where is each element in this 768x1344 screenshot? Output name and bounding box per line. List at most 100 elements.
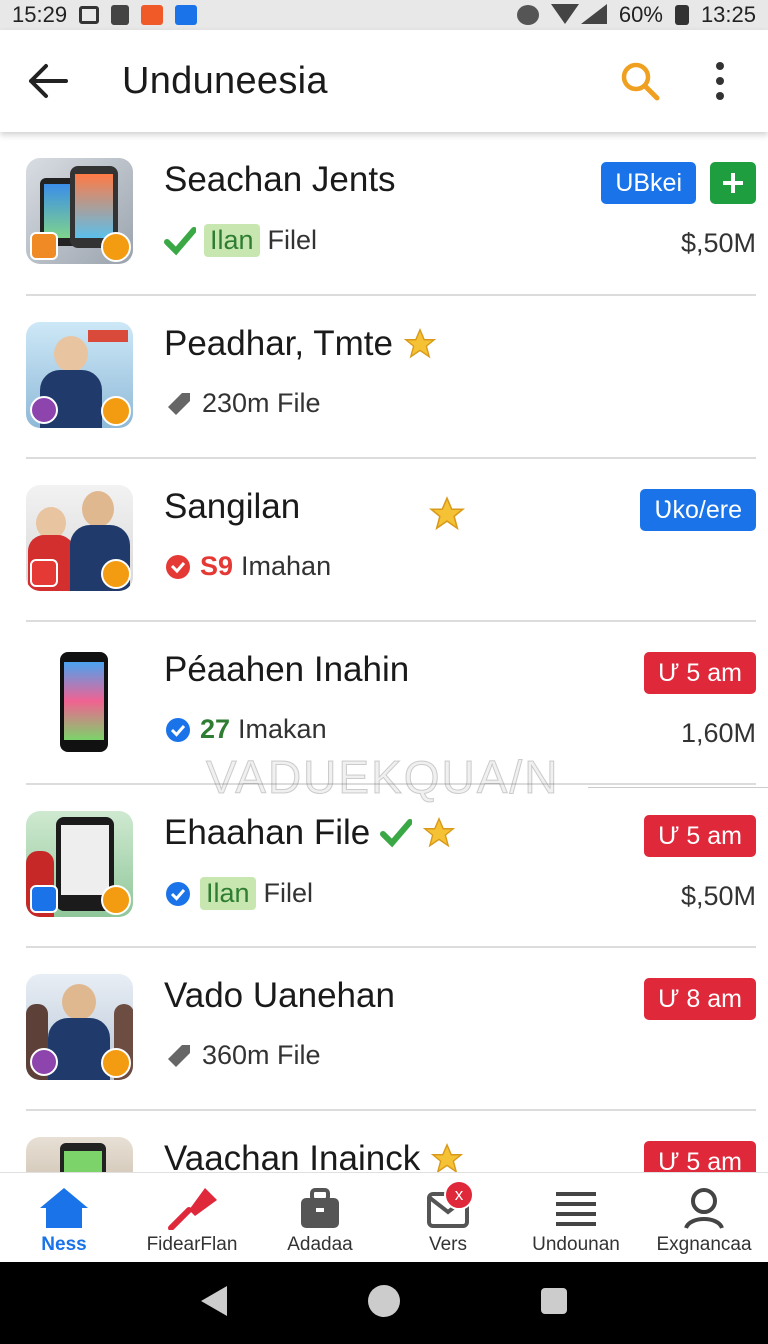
- nav-item-ness[interactable]: Ness: [4, 1186, 124, 1256]
- list-item[interactable]: Sangilan S9 Imahan Ʋko/ere: [26, 459, 756, 622]
- list-item[interactable]: Ehaahan File Ilan Filel Ư 5 am $,50M: [26, 785, 756, 948]
- system-back-button[interactable]: [199, 1284, 229, 1323]
- nav-label: Adadaa: [287, 1234, 353, 1255]
- verified-icon: [166, 881, 190, 906]
- app-thumbnail: [26, 974, 133, 1080]
- item-meta-label: 230m File: [202, 388, 321, 418]
- item-title: Sangilan: [164, 487, 301, 526]
- item-meta-label: Imakan: [238, 714, 327, 744]
- nav-item-exgnancaa[interactable]: Exgnancaa: [644, 1186, 764, 1256]
- briefcase-icon: [301, 1188, 339, 1228]
- edit-badge-icon: [30, 232, 58, 260]
- list-item[interactable]: Vado Uanehan 360m File Ư 8 am: [26, 948, 756, 1111]
- app-thumbnail: [26, 1137, 133, 1172]
- notification-badge: x: [444, 1180, 474, 1210]
- overflow-menu-button[interactable]: [696, 57, 744, 105]
- app-thumbnail: [26, 648, 133, 754]
- star-icon: [403, 328, 437, 359]
- schedule-button[interactable]: Ư 5 am: [644, 1141, 756, 1172]
- item-title: Vado Uanehan: [164, 976, 395, 1015]
- app-thumbnail: [26, 158, 133, 264]
- list-item[interactable]: Vaachan Inainck Ư 5 am: [26, 1111, 756, 1172]
- home-icon: [40, 1188, 88, 1228]
- status-left: 15:29: [12, 2, 198, 28]
- page-title: Unduneesia: [122, 59, 328, 102]
- list-icon: [556, 1192, 596, 1226]
- item-count: S9: [200, 551, 234, 581]
- nav-item-vers[interactable]: x Vers: [388, 1180, 508, 1256]
- item-title: Ehaahan File: [164, 813, 456, 853]
- add-button[interactable]: [710, 162, 756, 204]
- gallery-badge-icon: [30, 396, 58, 424]
- sync-badge-icon: [101, 396, 131, 426]
- pushpin-icon: [168, 1188, 217, 1230]
- list-item[interactable]: Peadhar, Tmte 230m File: [26, 296, 756, 459]
- battery-percent: 60%: [618, 2, 663, 27]
- back-button[interactable]: [24, 57, 72, 105]
- nav-label: Vers: [428, 1234, 468, 1255]
- file-list: Seachan Jents Ilan Filel UBkei $,50M Pea…: [0, 132, 768, 1172]
- item-title: Seachan Jents: [164, 160, 396, 199]
- schedule-button[interactable]: Ư 8 am: [644, 978, 756, 1020]
- edit-badge-icon: [30, 559, 58, 587]
- item-meta: 360m File: [164, 1040, 321, 1071]
- item-meta: S9 Imahan: [164, 551, 331, 582]
- check-icon: [164, 226, 196, 255]
- gallery-badge-icon: [30, 1048, 58, 1076]
- app-bar: Unduneesia: [0, 30, 768, 132]
- divider: [588, 787, 768, 788]
- update-button[interactable]: UBkei: [601, 162, 696, 204]
- nav-item-undounan[interactable]: Undounan: [516, 1186, 636, 1256]
- search-icon: [621, 62, 660, 101]
- nav-label: Ness: [41, 1234, 87, 1255]
- schedule-button[interactable]: Ư 5 am: [644, 652, 756, 694]
- bottom-navigation: Ness FidearFlan Adadaa x Vers Undounan E…: [0, 1172, 768, 1262]
- heart-check-icon: [166, 554, 190, 579]
- item-meta: 230m File: [164, 388, 321, 419]
- check-icon: [380, 819, 413, 848]
- calendar-icon: [175, 5, 198, 25]
- sync-badge-icon: [101, 1048, 131, 1078]
- recents-square-icon: [541, 1287, 568, 1314]
- gallery-badge-icon: [30, 885, 58, 913]
- more-button[interactable]: Ʋko/ere: [640, 489, 756, 531]
- file-size: $,50M: [680, 228, 756, 258]
- item-title: Vaachan Inainck: [164, 1139, 464, 1172]
- item-meta: Ilan Filel: [164, 877, 313, 910]
- status-chip: Ilan: [204, 224, 260, 257]
- item-count: 27: [200, 714, 231, 744]
- system-home-button[interactable]: [366, 1283, 402, 1324]
- nav-item-adadaa[interactable]: Adadaa: [260, 1186, 380, 1256]
- notification-icon: [79, 6, 100, 24]
- system-navigation-bar: [0, 1262, 768, 1344]
- bug-icon: [516, 5, 539, 25]
- sync-badge-icon: [101, 232, 131, 262]
- file-size: $,50M: [680, 881, 756, 911]
- nav-label: FidearFlan: [146, 1234, 238, 1255]
- item-meta-label: Filel: [267, 225, 318, 255]
- verified-icon: [166, 717, 190, 742]
- system-recents-button[interactable]: [539, 1286, 569, 1321]
- star-icon: [428, 496, 466, 531]
- status-time-right: 13:25: [700, 2, 756, 27]
- person-icon: [684, 1188, 724, 1230]
- item-meta-label: 360m File: [202, 1040, 321, 1070]
- list-item[interactable]: Péaahen Inahin 27 Imakan Ư 5 am 1,60M: [26, 622, 756, 785]
- item-meta: Ilan Filel: [164, 224, 317, 257]
- nav-item-fidearflan[interactable]: FidearFlan: [132, 1186, 252, 1256]
- item-title: Péaahen Inahin: [164, 650, 410, 689]
- file-size: 1,60M: [680, 718, 756, 748]
- back-triangle-icon: [200, 1285, 227, 1316]
- home-circle-icon: [367, 1284, 400, 1317]
- item-title: Peadhar, Tmte: [164, 324, 437, 364]
- app-thumbnail: [26, 811, 133, 917]
- star-icon: [431, 1143, 464, 1172]
- list-item[interactable]: Seachan Jents Ilan Filel UBkei $,50M: [26, 132, 756, 296]
- status-right: 60% 13:25: [516, 2, 756, 28]
- search-button[interactable]: [616, 57, 664, 105]
- nav-label: Exgnancaa: [656, 1234, 752, 1255]
- back-arrow-icon: [29, 64, 68, 98]
- app-thumbnail: [26, 322, 133, 428]
- star-icon: [423, 817, 456, 848]
- schedule-button[interactable]: Ư 5 am: [644, 815, 756, 857]
